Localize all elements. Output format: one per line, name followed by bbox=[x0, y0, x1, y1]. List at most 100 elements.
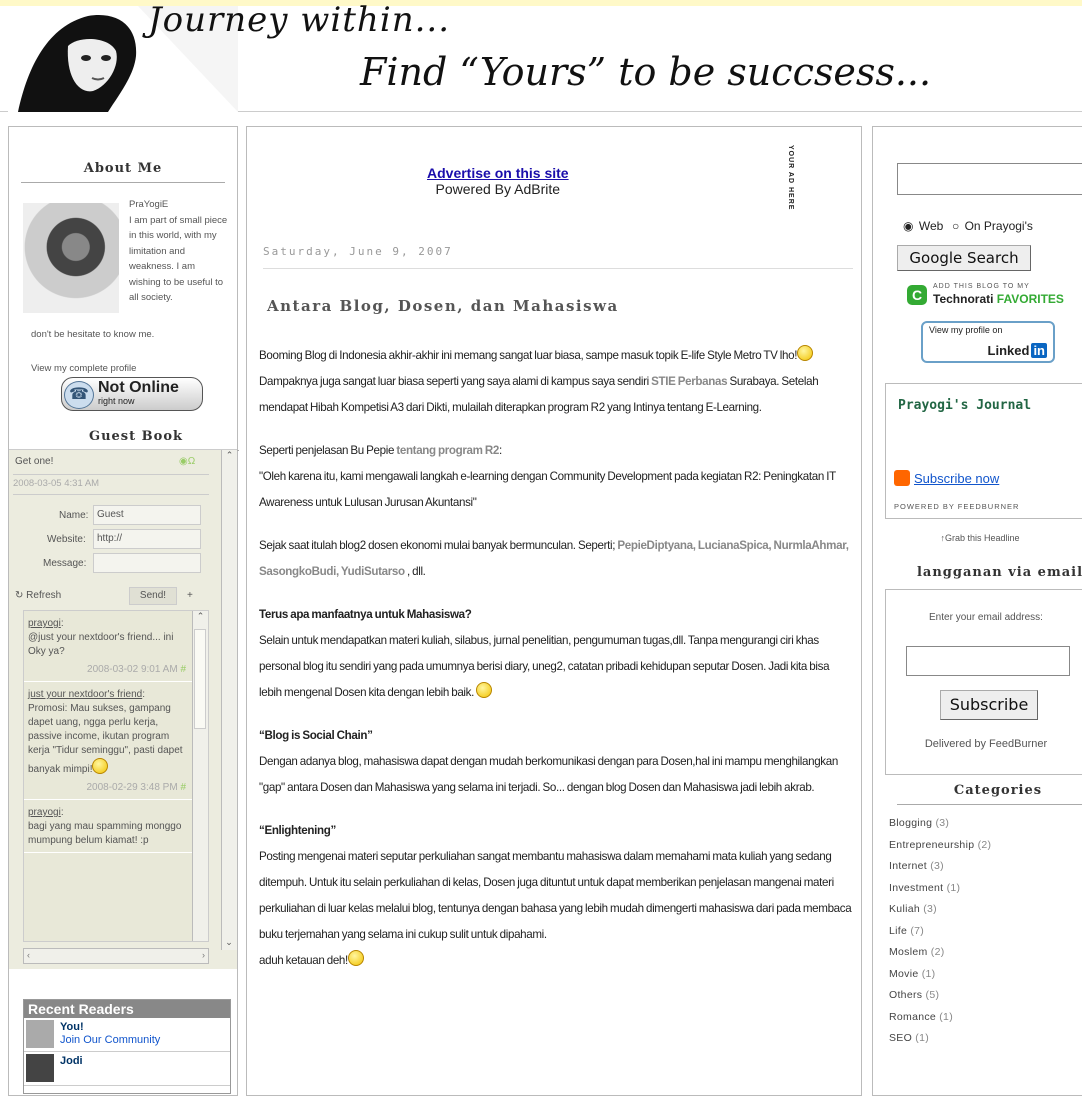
category-count: (1) bbox=[921, 967, 936, 980]
list-item[interactable]: Kuliah (3) bbox=[889, 899, 991, 921]
list-item[interactable]: Movie (1) bbox=[889, 964, 991, 986]
message-date: 2008-02-29 3:48 PM bbox=[86, 782, 178, 793]
quote: "Oleh karena itu, kami mengawali langkah… bbox=[259, 470, 836, 509]
category-link[interactable]: Moslem bbox=[889, 946, 928, 958]
feed-title[interactable]: Prayogi's Journal bbox=[898, 398, 1031, 413]
category-link[interactable]: Blogging bbox=[889, 817, 932, 829]
join-community-link[interactable]: Join Our Community bbox=[60, 1034, 160, 1046]
linkedin-badge[interactable]: View my profile on Linked in bbox=[921, 321, 1055, 363]
category-count: (2) bbox=[930, 946, 945, 958]
google-search-button[interactable]: Google Search bbox=[897, 245, 1031, 271]
linkedin-brand: Linked bbox=[987, 343, 1030, 358]
category-count: (5) bbox=[925, 989, 940, 1001]
stie-perbanas-link[interactable]: STIE Perbanas bbox=[651, 375, 727, 388]
text: : bbox=[499, 444, 502, 457]
category-link[interactable]: Entrepreneurship bbox=[889, 839, 974, 851]
list-item[interactable]: Romance (1) bbox=[889, 1007, 991, 1029]
list-item[interactable]: Moslem (2) bbox=[889, 942, 991, 964]
reader-name[interactable]: You! bbox=[60, 1021, 84, 1033]
send-button[interactable]: Send! bbox=[129, 587, 177, 605]
category-link[interactable]: Movie bbox=[889, 968, 919, 980]
avatar bbox=[26, 1020, 54, 1048]
subheading: “Enlightening” bbox=[259, 824, 336, 837]
scroll-up-icon[interactable]: ⌃ bbox=[222, 450, 237, 461]
about-bio: PraYogiE I am part of small piece in thi… bbox=[129, 197, 229, 306]
list-item[interactable]: Jodi bbox=[24, 1052, 230, 1086]
linkedin-logo-icon: Linked in bbox=[988, 343, 1047, 358]
message-label: Message: bbox=[43, 558, 87, 569]
message-field[interactable] bbox=[93, 553, 201, 573]
scroll-down-icon[interactable]: ⌄ bbox=[222, 937, 236, 948]
guestbook-messages[interactable]: prayogi: @just your nextdoor's friend...… bbox=[23, 610, 209, 942]
search-input[interactable] bbox=[897, 163, 1082, 195]
paragraph: Terus apa manfaatnya untuk Mahasiswa? Se… bbox=[259, 602, 854, 706]
category-link[interactable]: Investment bbox=[889, 882, 943, 894]
message-author[interactable]: prayogi bbox=[28, 618, 61, 629]
list-item[interactable]: Blogging (3) bbox=[889, 813, 991, 835]
website-field[interactable]: http:// bbox=[93, 529, 201, 549]
divider bbox=[13, 474, 209, 475]
scroll-up-icon[interactable]: ⌃ bbox=[193, 611, 208, 622]
permalink-icon[interactable]: # bbox=[180, 782, 186, 793]
add-button[interactable]: + bbox=[187, 590, 193, 601]
radio-web-label[interactable]: Web bbox=[919, 219, 943, 233]
category-link[interactable]: Kuliah bbox=[889, 903, 920, 915]
category-link[interactable]: Romance bbox=[889, 1011, 936, 1023]
refresh-button[interactable]: ↻ Refresh bbox=[15, 590, 61, 601]
category-link[interactable]: Others bbox=[889, 989, 922, 1001]
category-link[interactable]: Internet bbox=[889, 860, 927, 872]
guestbook-timestamp: 2008-03-05 4:31 AM bbox=[13, 478, 100, 489]
name-field[interactable]: Guest bbox=[93, 505, 201, 525]
post-title[interactable]: Antara Blog, Dosen, dan Mahasiswa bbox=[267, 297, 619, 315]
reader-name[interactable]: Jodi bbox=[60, 1055, 83, 1067]
horizontal-scrollbar[interactable]: ‹ › bbox=[23, 948, 209, 964]
category-count: (1) bbox=[939, 1010, 953, 1023]
technorati-brand: Technorati FAVORITES bbox=[933, 292, 1064, 306]
categories-heading: Categories bbox=[897, 777, 1082, 805]
radio-site-icon[interactable]: ○ bbox=[952, 219, 959, 233]
list-item[interactable]: Investment (1) bbox=[889, 878, 991, 900]
list-item[interactable]: Life (7) bbox=[889, 921, 991, 943]
linkedin-small: View my profile on bbox=[929, 325, 1003, 335]
scroll-left-icon[interactable]: ‹ bbox=[27, 950, 30, 960]
subscribe-button[interactable]: Subscribe bbox=[940, 690, 1038, 720]
chat-icon: ☎ bbox=[64, 381, 94, 409]
guestbook-get-one[interactable]: Get one! bbox=[15, 456, 53, 467]
guestbook-scrollbar[interactable]: ⌃ ⌄ bbox=[221, 450, 237, 950]
radio-web-icon[interactable]: ◉ bbox=[903, 219, 913, 233]
list-item[interactable]: Internet (3) bbox=[889, 856, 991, 878]
messages-scrollbar[interactable]: ⌃ bbox=[192, 611, 208, 941]
refresh-label: Refresh bbox=[26, 590, 62, 601]
email-field[interactable] bbox=[906, 646, 1070, 676]
list-item[interactable]: You! Join Our Community bbox=[24, 1018, 230, 1052]
subscribe-link[interactable]: Subscribe now bbox=[894, 470, 999, 486]
category-link[interactable]: SEO bbox=[889, 1032, 912, 1044]
paragraph: Sejak saat itulah blog2 dosen ekonomi mu… bbox=[259, 533, 854, 585]
about-bio-text: I am part of small piece in this world, … bbox=[129, 214, 228, 304]
view-profile-link[interactable]: View my complete profile bbox=[31, 363, 136, 374]
message-text: bagi yang mau spamming monggo mumpung be… bbox=[28, 821, 182, 846]
list-item[interactable]: SEO (1) bbox=[889, 1028, 991, 1050]
subscribe-label[interactable]: Subscribe now bbox=[914, 471, 999, 486]
scroll-right-icon[interactable]: › bbox=[202, 950, 205, 960]
text: Selain untuk mendapatkan materi kuliah, … bbox=[259, 634, 830, 699]
avatar bbox=[23, 203, 119, 313]
technorati-badge[interactable]: C ADD THIS BLOG TO MY Technorati FAVORIT… bbox=[907, 281, 1082, 313]
radio-site-label[interactable]: On Prayogi's bbox=[965, 219, 1033, 233]
paragraph: Booming Blog di Indonesia akhir-akhir in… bbox=[259, 343, 854, 421]
guestbook-widget: Get one! ◉Ω 2008-03-05 4:31 AM Name: Gue… bbox=[9, 449, 237, 969]
paragraph: “Blog is Social Chain” Dengan adanya blo… bbox=[259, 723, 854, 801]
list-item[interactable]: Entrepreneurship (2) bbox=[889, 835, 991, 857]
scroll-thumb[interactable] bbox=[194, 629, 206, 729]
ad-vertical-label[interactable]: YOUR AD HERE bbox=[787, 145, 794, 210]
advertise-link[interactable]: Advertise on this site bbox=[427, 165, 569, 181]
program-r2-link[interactable]: tentang program R2 bbox=[396, 444, 499, 457]
category-link[interactable]: Life bbox=[889, 925, 907, 937]
message-author[interactable]: just your nextdoor's friend bbox=[28, 689, 142, 700]
text: Dampaknya juga sangat luar biasa seperti… bbox=[259, 375, 652, 388]
permalink-icon[interactable]: # bbox=[180, 664, 186, 675]
grab-headline-link[interactable]: ↑Grab this Headline bbox=[873, 533, 1082, 543]
message-author[interactable]: prayogi bbox=[28, 807, 61, 818]
ad-powered: Powered By AdBrite bbox=[435, 181, 561, 197]
list-item[interactable]: Others (5) bbox=[889, 985, 991, 1007]
